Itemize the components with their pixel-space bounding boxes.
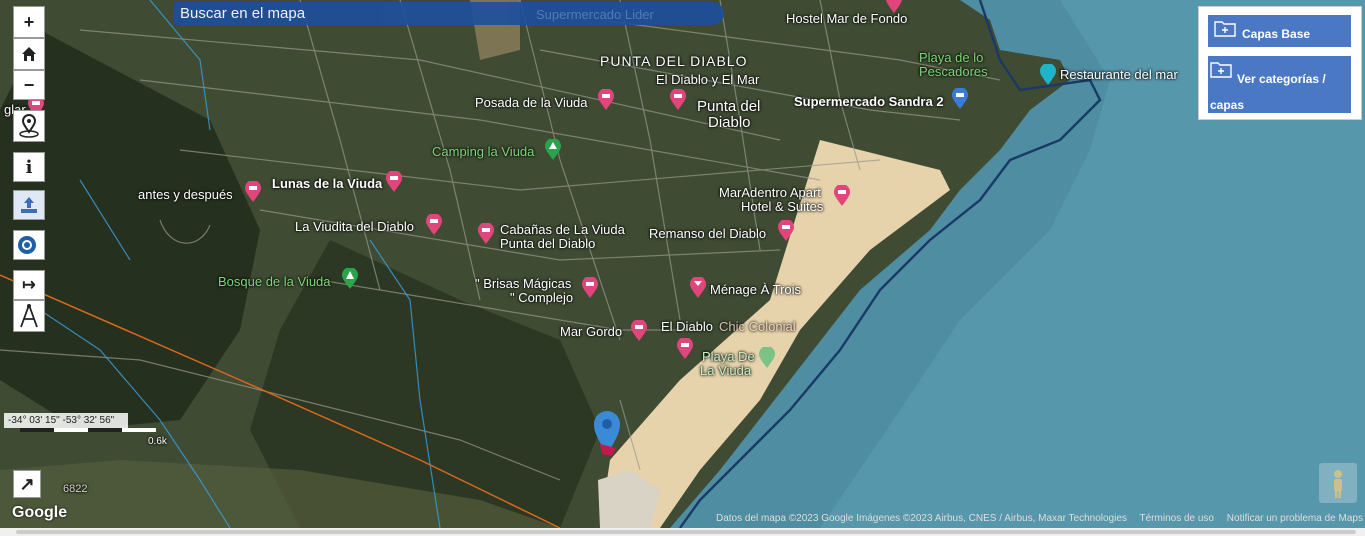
lodging-pin-icon[interactable] bbox=[630, 320, 648, 342]
place-supermercado-sandra[interactable]: Supermercado Sandra 2 bbox=[794, 95, 944, 109]
lodging-pin-icon[interactable] bbox=[885, 0, 903, 14]
place-camping-la-viuda[interactable]: Camping la Viuda bbox=[432, 145, 534, 159]
scrollbar-thumb[interactable] bbox=[16, 530, 1356, 534]
lodging-pin-icon[interactable] bbox=[833, 185, 851, 207]
beach-pin-icon[interactable] bbox=[758, 347, 776, 369]
base-layers-button[interactable]: Capas Base bbox=[1208, 15, 1351, 47]
lodging-pin-icon[interactable] bbox=[676, 338, 694, 360]
place-punta-del-diablo-area[interactable]: PUNTA DEL DIABLO bbox=[600, 54, 747, 68]
road-number-label: 6822 bbox=[63, 483, 88, 495]
zoom-in-button[interactable]: + bbox=[13, 6, 45, 38]
lodging-pin-icon[interactable] bbox=[425, 214, 443, 236]
measure-angle-button[interactable] bbox=[13, 300, 45, 332]
expand-icon: ↗ bbox=[19, 473, 35, 494]
zoom-in-label: + bbox=[23, 11, 35, 32]
lodging-pin-icon[interactable] bbox=[777, 220, 795, 242]
place-playa-pescadores-line2[interactable]: Pescadores bbox=[919, 65, 988, 79]
map-attribution: Datos del mapa ©2023 Google Imágenes ©20… bbox=[716, 513, 1365, 524]
place-el-diablo[interactable]: El Diablo bbox=[661, 320, 713, 334]
zoom-out-button[interactable]: − bbox=[13, 70, 45, 100]
coordinate-readout: -34° 03' 15" -53° 32' 56" bbox=[4, 413, 128, 428]
place-menage-a-trois[interactable]: Ménage À Trois bbox=[710, 283, 801, 297]
layers-panel: Capas Base Ver categorías / capas bbox=[1198, 6, 1362, 120]
google-logo: Google bbox=[12, 504, 68, 521]
geolocate-button[interactable] bbox=[13, 110, 45, 142]
place-playa-de-la-viuda-line2[interactable]: La Viuda bbox=[700, 364, 751, 378]
scale-label: 0.6k bbox=[148, 436, 167, 447]
info-icon: i bbox=[25, 156, 33, 178]
place-posada-de-la-viuda[interactable]: Posada de la Viuda bbox=[475, 96, 588, 110]
lodging-pin-icon[interactable] bbox=[597, 89, 615, 111]
place-maradentro-line1[interactable]: MarAdentro Apart bbox=[719, 186, 821, 200]
home-button[interactable] bbox=[13, 38, 45, 70]
place-cabanas-line2[interactable]: Punta del Diablo bbox=[500, 237, 595, 251]
map-canvas[interactable]: Hostel Mar de Fondo Playa de lo Pescador… bbox=[0, 0, 1365, 528]
park-pin-icon[interactable] bbox=[341, 268, 359, 290]
pegman-icon bbox=[1334, 470, 1342, 498]
upload-icon bbox=[21, 197, 37, 213]
place-brisas-magicas-line2[interactable]: " Complejo bbox=[510, 291, 573, 305]
lodging-pin-icon[interactable] bbox=[581, 277, 599, 299]
place-bosque-de-la-viuda[interactable]: Bosque de la Viuda bbox=[218, 275, 331, 289]
measure-distance-button[interactable]: ↦ bbox=[13, 270, 45, 300]
measure-distance-icon: ↦ bbox=[22, 277, 36, 294]
categories-layers-label: Ver categorías / capas bbox=[1210, 72, 1326, 112]
lodging-pin-icon[interactable] bbox=[477, 223, 495, 245]
place-lunas-de-la-viuda[interactable]: Lunas de la Viuda bbox=[272, 177, 382, 191]
place-playa-de-la-viuda-line1[interactable]: Playa De bbox=[702, 350, 755, 364]
highlight-marker-icon bbox=[600, 444, 616, 456]
zoom-out-label: − bbox=[23, 74, 35, 95]
fullscreen-button[interactable]: ↗ bbox=[13, 470, 41, 498]
info-button[interactable]: i bbox=[13, 152, 45, 182]
place-mar-gordo[interactable]: Mar Gordo bbox=[560, 325, 622, 339]
place-cabanas-line1[interactable]: Cabañas de La Viuda bbox=[500, 223, 625, 237]
place-la-viudita-del-diablo[interactable]: La Viudita del Diablo bbox=[295, 220, 414, 234]
report-link[interactable]: Notificar un problema de Maps bbox=[1227, 513, 1363, 524]
search-bar[interactable]: Buscar en el mapa Supermercado Lider bbox=[174, 2, 724, 25]
categories-layers-button[interactable]: Ver categorías / capas bbox=[1208, 56, 1351, 113]
scale-bar bbox=[20, 428, 156, 432]
search-ghost-text: Supermercado Lider bbox=[536, 7, 654, 22]
shopping-cart-pin-icon[interactable] bbox=[951, 88, 969, 110]
map-pin-icon bbox=[19, 114, 39, 138]
camping-pin-icon[interactable] bbox=[544, 139, 562, 161]
search-label: Buscar en el mapa bbox=[180, 5, 306, 22]
attribution-data: Datos del mapa ©2023 Google Imágenes ©20… bbox=[716, 513, 1127, 524]
lodging-pin-icon[interactable] bbox=[669, 89, 687, 111]
place-chic-colonial[interactable]: Chic Colonial bbox=[719, 320, 796, 334]
lodging-pin-icon[interactable] bbox=[385, 171, 403, 193]
folder-plus-icon bbox=[1214, 21, 1236, 37]
compass-icon bbox=[18, 236, 36, 254]
place-punta-del-diablo-line1[interactable]: Punta del bbox=[697, 99, 760, 114]
place-antes-y-despues[interactable]: antes y después bbox=[138, 188, 233, 202]
compass-button[interactable] bbox=[13, 230, 45, 260]
upload-button[interactable] bbox=[13, 190, 45, 220]
place-maradentro-line2[interactable]: Hotel & Suites bbox=[741, 200, 823, 214]
terms-link[interactable]: Términos de uso bbox=[1140, 513, 1214, 524]
lodging-pin-icon[interactable] bbox=[244, 181, 262, 203]
base-layers-label: Capas Base bbox=[1242, 27, 1311, 41]
place-brisas-magicas-line1[interactable]: " Brisas Mágicas bbox=[475, 277, 571, 291]
home-icon bbox=[22, 47, 36, 61]
place-restaurante[interactable]: Restaurante del mar bbox=[1060, 68, 1178, 82]
restaurant-pin-icon[interactable] bbox=[1039, 64, 1057, 86]
place-el-diablo-y-el-mar[interactable]: El Diablo y El Mar bbox=[656, 73, 759, 87]
place-hostel-mar-de-fondo[interactable]: Hostel Mar de Fondo bbox=[786, 12, 907, 26]
divider-compass-icon bbox=[20, 304, 38, 328]
place-punta-del-diablo-line2[interactable]: Diablo bbox=[708, 115, 751, 130]
bar-pin-icon[interactable] bbox=[689, 277, 707, 299]
place-remanso-del-diablo[interactable]: Remanso del Diablo bbox=[649, 227, 766, 241]
horizontal-scrollbar[interactable] bbox=[0, 528, 1365, 536]
street-view-button[interactable] bbox=[1319, 463, 1357, 503]
place-playa-pescadores-line1[interactable]: Playa de lo bbox=[919, 51, 983, 65]
